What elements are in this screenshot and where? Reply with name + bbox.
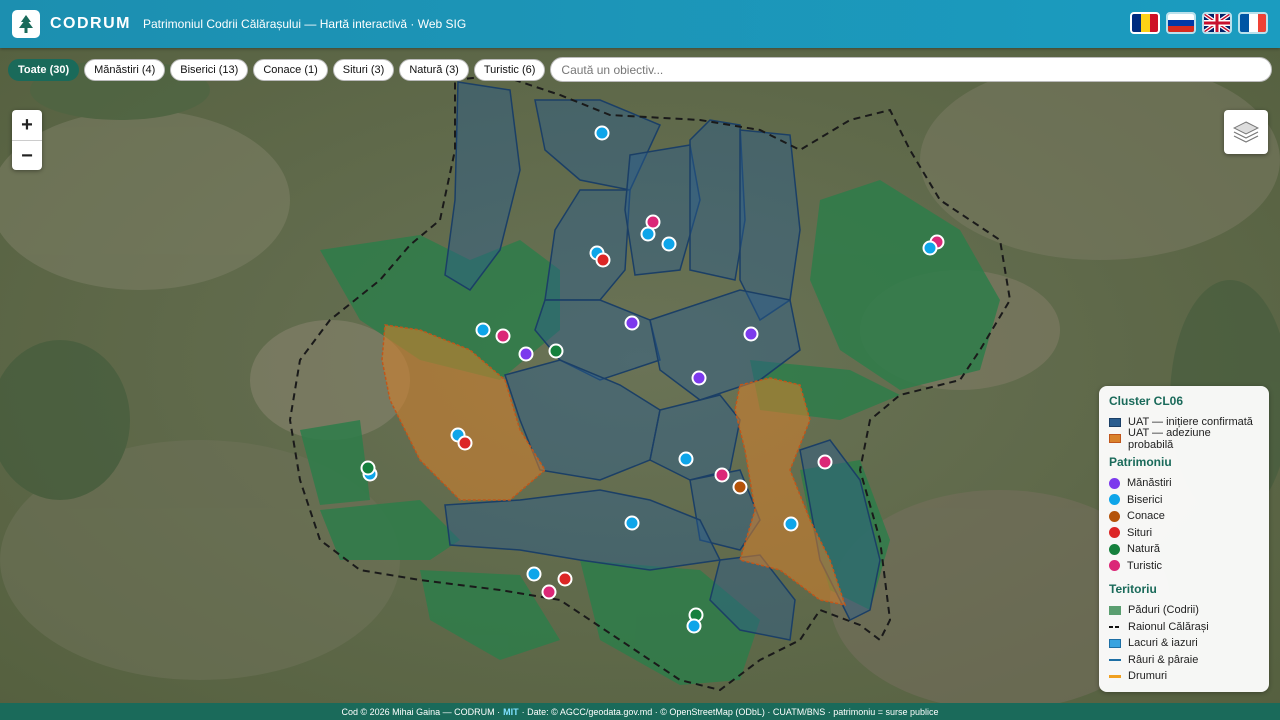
marker-biserici[interactable] (640, 226, 656, 242)
marker-biserici[interactable] (526, 566, 542, 582)
marker-turistic[interactable] (495, 328, 511, 344)
legend-label: Lacuri & iazuri (1128, 637, 1198, 650)
river-line-swatch (1109, 658, 1121, 661)
marker-situri[interactable] (595, 252, 611, 268)
marker-situri[interactable] (557, 571, 573, 587)
marker-manastiri[interactable] (743, 326, 759, 342)
zoom-in-button[interactable]: + (12, 110, 42, 141)
app-header: CODRUM Patrimoniul Codrii Călărașului — … (0, 0, 1280, 48)
legend-drumuri: Drumuri (1109, 668, 1259, 685)
natura-dot (1109, 543, 1120, 555)
legend-lacuri: Lacuri & iazuri (1109, 635, 1259, 652)
road-line-swatch (1109, 674, 1121, 678)
marker-manastiri[interactable] (624, 315, 640, 331)
marker-conace[interactable] (732, 479, 748, 495)
filter-manastiri[interactable]: Mănăstiri (4) (84, 58, 166, 81)
marker-biserici[interactable] (475, 322, 491, 338)
forest-swatch (1109, 605, 1121, 615)
flag-ru-icon[interactable] (1166, 12, 1196, 34)
legend-label: UAT — adeziune probabilă (1128, 426, 1211, 451)
filter-conace[interactable]: Conace (1) (253, 58, 328, 81)
search-input[interactable] (550, 57, 1272, 82)
legend-heritage-title: Patrimoniu (1109, 455, 1172, 469)
brand-name: CODRUM (50, 15, 131, 32)
situri-dot (1109, 527, 1120, 539)
flag-fr-icon[interactable] (1238, 12, 1268, 34)
legend-label: Râuri & pâraie (1128, 653, 1199, 666)
biserici-dot (1109, 494, 1120, 506)
legend-label: Natură (1127, 543, 1161, 556)
map-canvas[interactable] (0, 0, 1280, 720)
marker-manastiri[interactable] (691, 370, 707, 386)
legend-label: Turistic (1127, 559, 1163, 572)
legend-turistic: Turistic (1109, 558, 1259, 575)
legend-cluster-title: Cluster CL06 (1109, 394, 1184, 408)
marker-situri[interactable] (457, 435, 473, 451)
marker-turistic[interactable] (714, 467, 730, 483)
manastiri-dot (1109, 477, 1120, 489)
legend-label: Biserici (1127, 493, 1163, 506)
legend-manastiri: Mănăstiri (1109, 475, 1259, 492)
legend-label: Raionul Călărași (1128, 620, 1209, 633)
legend-natura: Natură (1109, 541, 1259, 558)
zoom-control: + − (12, 110, 42, 170)
legend-label: Mănăstiri (1127, 477, 1172, 490)
marker-biserici[interactable] (624, 515, 640, 531)
layers-icon (1233, 121, 1259, 143)
filter-natura[interactable]: Natură (3) (399, 58, 469, 81)
layers-button[interactable] (1224, 110, 1268, 154)
filter-turistic[interactable]: Turistic (6) (473, 58, 546, 81)
legend-label: Conace (1127, 510, 1165, 523)
legend-uat-probable: UAT — adeziune probabilă (1109, 427, 1259, 451)
legend-raion: Raionul Călărași (1109, 619, 1259, 636)
legend-situri: Situri (1109, 525, 1259, 542)
legend-conace: Conace (1109, 508, 1259, 525)
zoom-out-button[interactable]: − (12, 141, 42, 171)
marker-biserici[interactable] (922, 240, 938, 256)
legend-rauri: Râuri & pâraie (1109, 652, 1259, 669)
filter-bar: Toate (30) Mănăstiri (4) Biserici (13) C… (8, 57, 1272, 82)
turistic-dot (1109, 560, 1120, 572)
map-legend: Cluster CL06 UAT — inițiere confirmată U… (1099, 386, 1269, 692)
filter-all[interactable]: Toate (30) (8, 58, 80, 81)
flag-en-icon[interactable] (1202, 12, 1232, 34)
marker-biserici[interactable] (783, 516, 799, 532)
footer-sources: · Date: © AGCC/geodata.gov.md · © OpenSt… (521, 706, 939, 717)
lake-swatch (1109, 638, 1121, 648)
raion-line-swatch (1109, 625, 1121, 628)
page-subtitle: Patrimoniul Codrii Călărașului — Hartă i… (143, 17, 467, 31)
marker-turistic[interactable] (817, 454, 833, 470)
uat-confirmed-swatch (1109, 417, 1121, 427)
flag-ro-icon[interactable] (1130, 12, 1160, 34)
marker-manastiri[interactable] (518, 346, 534, 362)
filter-situri[interactable]: Situri (3) (332, 58, 395, 81)
marker-biserici[interactable] (686, 618, 702, 634)
uat-probable-swatch (1109, 434, 1121, 444)
marker-turistic[interactable] (541, 584, 557, 600)
marker-biserici[interactable] (661, 236, 677, 252)
marker-natura[interactable] (360, 460, 376, 476)
footer-credit: Cod © 2026 Mihai Gaina — CODRUM · (341, 706, 501, 717)
attribution-footer: Cod © 2026 Mihai Gaina — CODRUM · MIT · … (0, 703, 1280, 720)
tree-icon (19, 15, 33, 33)
conace-dot (1109, 510, 1120, 522)
language-switcher (1130, 12, 1268, 34)
filter-biserici[interactable]: Biserici (13) (170, 58, 249, 81)
legend-label: Situri (1127, 526, 1153, 539)
legend-label: Drumuri (1128, 670, 1168, 683)
legend-paduri: Păduri (Codrii) (1109, 602, 1259, 619)
legend-biserici: Biserici (1109, 492, 1259, 509)
legend-territory-title: Teritoriu (1109, 582, 1157, 596)
marker-natura[interactable] (548, 343, 564, 359)
logo[interactable] (12, 10, 40, 38)
legend-label: Păduri (Codrii) (1128, 604, 1199, 617)
marker-biserici[interactable] (594, 125, 610, 141)
marker-biserici[interactable] (678, 451, 694, 467)
footer-license-link[interactable]: MIT (503, 707, 519, 717)
